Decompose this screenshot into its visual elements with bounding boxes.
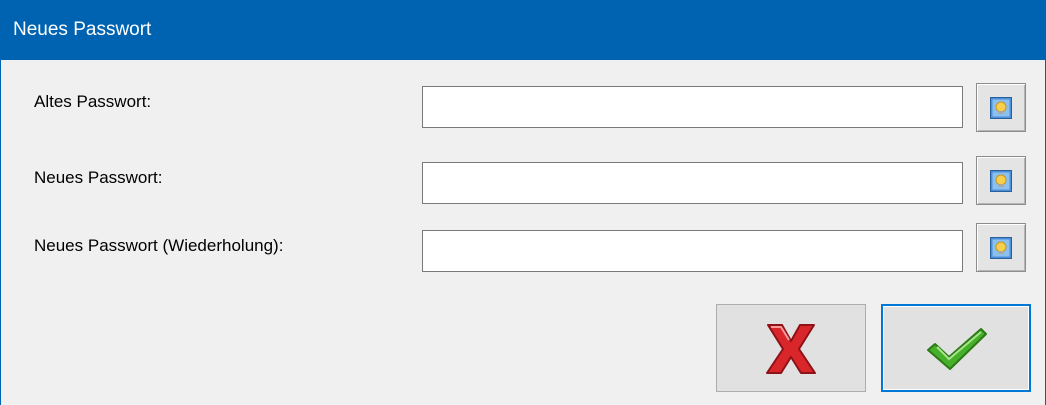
window-title: Neues Passwort — [1, 0, 1045, 60]
new-password-input[interactable] — [422, 162, 963, 204]
old-password-label: Altes Passwort: — [34, 92, 152, 111]
repeat-password-input[interactable] — [422, 230, 963, 272]
old-password-input[interactable] — [422, 86, 963, 128]
show-new-password-button[interactable] — [976, 156, 1026, 205]
new-password-label: Neues Passwort: — [34, 168, 163, 187]
show-password-icon — [990, 237, 1012, 259]
show-password-icon — [990, 97, 1012, 119]
red-x-icon — [766, 324, 816, 374]
green-checkmark-icon — [927, 328, 987, 370]
show-password-icon — [990, 170, 1012, 192]
cancel-button[interactable] — [716, 304, 866, 392]
confirm-button[interactable] — [881, 304, 1031, 392]
password-dialog: Neues Passwort Altes Passwort: Neues Pas… — [0, 0, 1046, 405]
show-old-password-button[interactable] — [976, 83, 1026, 132]
show-repeat-password-button[interactable] — [976, 223, 1026, 272]
repeat-password-label: Neues Passwort (Wiederholung): — [34, 236, 284, 255]
